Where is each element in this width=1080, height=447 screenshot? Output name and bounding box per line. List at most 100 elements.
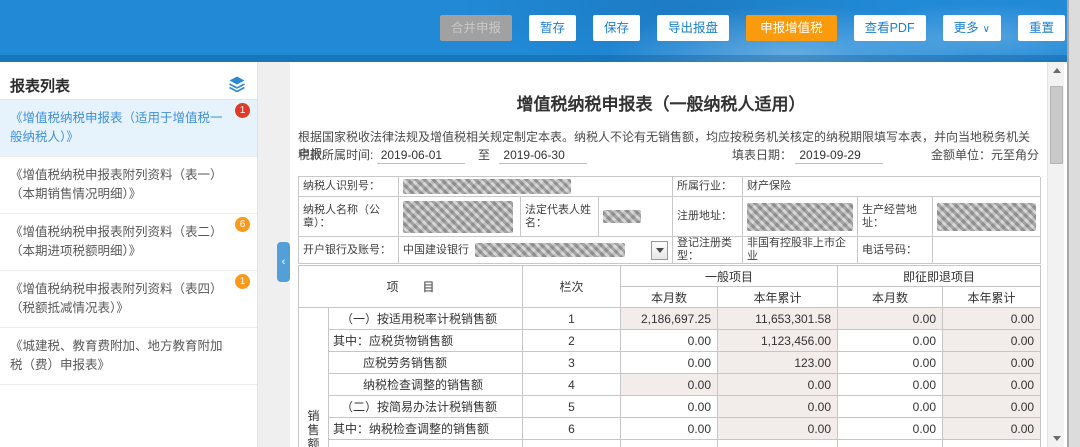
scroll-down-button[interactable]	[1048, 430, 1065, 447]
sidebar-header: 报表列表	[0, 62, 257, 100]
reg-address-label: 注册地址：	[673, 197, 743, 237]
amount-cell-readonly: 0.00	[943, 418, 1041, 440]
row-simple-method-sales: （二）按简易办法计税销售额50.000.000.000.00	[299, 396, 1041, 418]
scrollbar-thumb[interactable]	[1050, 86, 1063, 164]
row-label: 其中：纳税检查调整的销售额	[329, 418, 523, 440]
view-pdf-button[interactable]: 查看PDF	[854, 15, 926, 41]
phone-label: 电话号码：	[858, 237, 933, 264]
bank-select-dropdown[interactable]	[651, 241, 668, 260]
biz-address-label: 生产经营地址：	[858, 197, 933, 237]
scroll-up-button[interactable]	[1048, 62, 1065, 79]
amount-cell-editable[interactable]: 0.00	[838, 330, 943, 352]
period-end-field[interactable]: 2019-06-30	[499, 148, 587, 164]
reset-button[interactable]: 重置	[1018, 15, 1065, 41]
amount-cell-editable[interactable]: 0.00	[621, 396, 718, 418]
declare-vat-button[interactable]: 申报增值税	[746, 15, 837, 41]
amount-cell-editable[interactable]: 0.00	[838, 396, 943, 418]
form-panel: 增值税纳税申报表（一般纳税人适用） 根据国家税收法律法规及增值税相关规定制定本表…	[290, 62, 1047, 447]
row-taxable-services-sales: 应税劳务销售额30.00123.000.000.00	[299, 352, 1041, 374]
taxpayer-info-table: 纳税人识别号： 所属行业： 财产保险 纳税人名称（公章）： 法定代表人姓名： 注…	[298, 176, 1040, 264]
save-draft-button[interactable]: 暂存	[529, 15, 576, 41]
row-label: （二）按简易办法计税销售额	[329, 396, 523, 418]
amount-cell-editable[interactable]: 0.00	[838, 374, 943, 396]
ytd-header: 本年累计	[718, 287, 838, 308]
row-column-number: 1	[523, 308, 621, 330]
amount-cell-editable[interactable]: 0.00	[621, 330, 718, 352]
table-header-row: 项 目 栏次 一般项目 即征即退项目	[299, 266, 1041, 287]
sidebar-collapse-handle[interactable]: ‹	[277, 242, 290, 282]
report-item-appendix-2[interactable]: 《增值税纳税申报表附列资料（表二）（本期进项税额明细）》6	[0, 214, 257, 271]
triangle-down-icon	[1053, 436, 1061, 441]
amount-cell-editable[interactable]: 0.00	[838, 352, 943, 374]
form-meta-row: 税款所属时间: 2019-06-01 至 2019-06-30 填表日期： 20…	[290, 146, 1047, 168]
triangle-up-icon	[1053, 68, 1061, 73]
form-title: 增值税纳税申报表（一般纳税人适用）	[290, 90, 1032, 115]
export-disk-button[interactable]: 导出报盘	[657, 15, 729, 41]
notification-badge: 1	[235, 103, 250, 118]
report-item-surtax[interactable]: 《城建税、教育费附加、地方教育附加税（费）申报表》	[0, 328, 257, 385]
period-start-field[interactable]: 2019-06-01	[377, 148, 465, 164]
more-button[interactable]: 更多∨	[943, 15, 1001, 41]
ytd-header: 本年累计	[943, 287, 1041, 308]
row-partial	[299, 440, 1041, 447]
report-item-vat-main[interactable]: 《增值税纳税申报表（适用于增值税一般纳税人）》 1	[0, 100, 257, 157]
industry-value: 财产保险	[743, 177, 1041, 197]
amount-cell-editable[interactable]: 0.00	[621, 352, 718, 374]
bank-value: 中国建设银行	[399, 237, 673, 264]
tax-period: 税款所属时间: 2019-06-01 至 2019-06-30	[298, 146, 587, 164]
refund-items-header: 即征即退项目	[838, 266, 1041, 287]
period-to-label: 至	[478, 148, 490, 162]
row-column-number: 4	[523, 374, 621, 396]
notification-badge: 1	[235, 274, 250, 289]
redacted-value	[403, 179, 571, 194]
row-label: 应税劳务销售额	[329, 352, 523, 374]
industry-label: 所属行业：	[673, 177, 743, 197]
amount-cell-readonly: 11,653,301.58	[718, 308, 838, 330]
toolbar: 合并申报暂存保存导出报盘申报增值税查看PDF更多∨重置附送资料	[440, 15, 1067, 41]
row-label: 纳税检查调整的销售额	[329, 374, 523, 396]
app-header: 合并申报暂存保存导出报盘申报增值税查看PDF更多∨重置附送资料	[0, 0, 1067, 62]
amount-unit-label: 金额单位：元至角分	[931, 146, 1039, 163]
report-item-appendix-4[interactable]: 《增值税纳税申报表附列资料（表四）（税额抵减情况表）》 1	[0, 271, 257, 328]
colno-column-header: 栏次	[523, 266, 621, 308]
amount-cell-editable[interactable]	[943, 440, 1041, 447]
window-edge	[1067, 0, 1080, 447]
amount-cell-editable[interactable]	[838, 440, 943, 447]
amount-cell-editable[interactable]	[718, 440, 838, 447]
vat-table-body: 销售额（一）按适用税率计税销售额12,186,697.2511,653,301.…	[299, 308, 1041, 447]
bank-label: 开户银行及账号：	[299, 237, 399, 264]
notification-badge: 6	[235, 217, 250, 232]
row-column-number: 5	[523, 396, 621, 418]
item-column-header: 项 目	[299, 266, 523, 308]
fill-date: 填表日期： 2019-09-29	[732, 146, 883, 164]
amount-cell-readonly: 0.00	[718, 396, 838, 418]
phone-value	[933, 237, 1041, 264]
amount-cell-readonly: 0.00	[718, 418, 838, 440]
reg-type-label: 登记注册类型：	[673, 237, 743, 264]
amount-cell-readonly: 0.00	[943, 352, 1041, 374]
report-list: 《增值税纳税申报表（适用于增值税一般纳税人）》 1 《增值税纳税申报表附列资料（表一…	[0, 100, 257, 385]
amount-cell-readonly: 0.00	[943, 374, 1041, 396]
amount-cell-readonly: 0.00	[718, 374, 838, 396]
save-button[interactable]: 保存	[593, 15, 640, 41]
redacted-value	[475, 243, 625, 257]
merge-declare-button: 合并申报	[440, 15, 512, 41]
report-item-label: 《增值税纳税申报表（适用于增值税一般纳税人）》	[10, 111, 223, 144]
amount-cell-readonly: 0.00	[838, 308, 943, 330]
amount-cell-readonly: 0.00	[943, 396, 1041, 418]
tin-value	[399, 177, 673, 197]
amount-cell-editable[interactable]	[621, 440, 718, 447]
row-label: 其中：应税货物销售额	[329, 330, 523, 352]
tin-label: 纳税人识别号：	[299, 177, 399, 197]
redacted-value	[747, 203, 853, 231]
redacted-value	[937, 203, 1036, 231]
amount-cell-editable[interactable]: 0.00	[838, 418, 943, 440]
vertical-scrollbar[interactable]	[1047, 62, 1064, 447]
app-window: 合并申报暂存保存导出报盘申报增值税查看PDF更多∨重置附送资料 报表列表 《增值…	[0, 0, 1080, 447]
amount-cell-editable[interactable]: 0.00	[621, 418, 718, 440]
report-item-label: 《增值税纳税申报表附列资料（表四）（税额抵减情况表）》	[10, 282, 223, 315]
reg-address-value	[743, 197, 858, 237]
layers-icon[interactable]	[229, 76, 245, 92]
fill-date-field[interactable]: 2019-09-29	[795, 148, 883, 164]
report-item-appendix-1[interactable]: 《增值税纳税申报表附列资料（表一）（本期销售情况明细）》	[0, 157, 257, 214]
